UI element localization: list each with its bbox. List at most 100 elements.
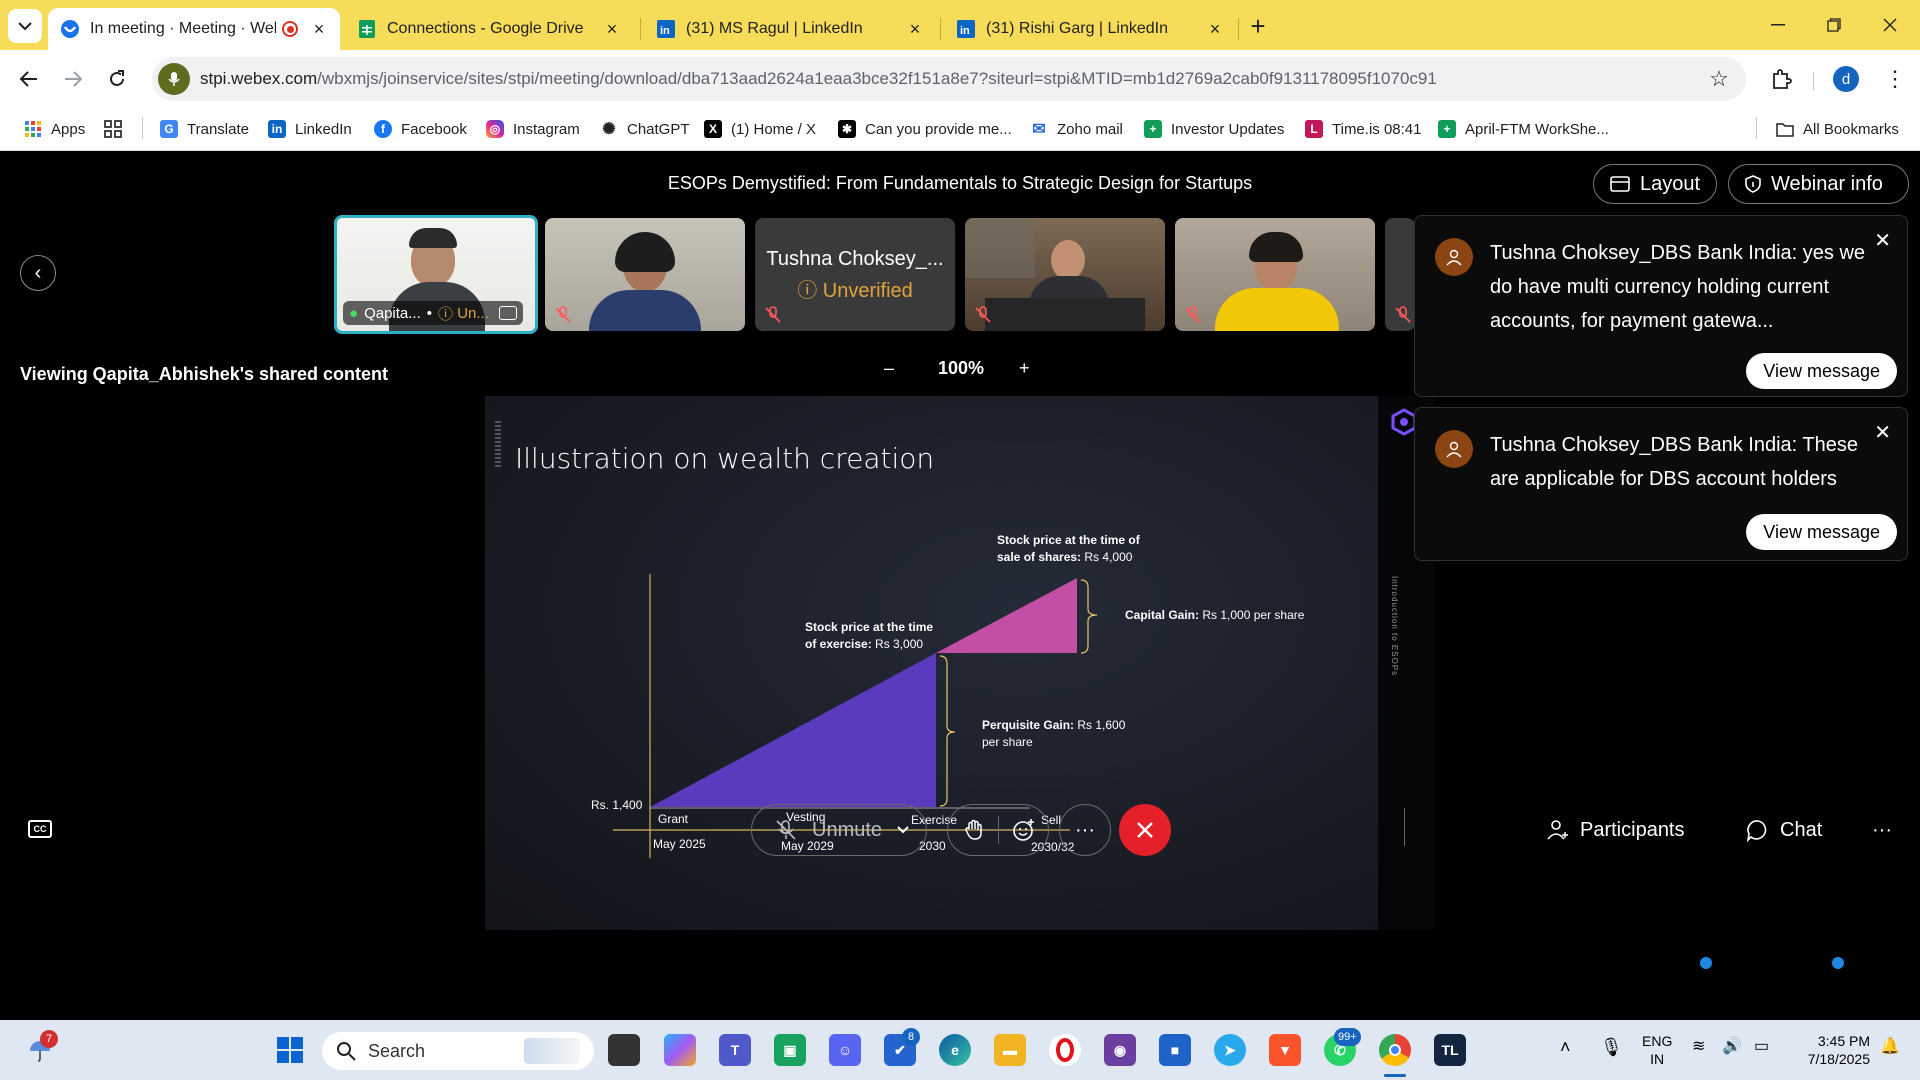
bookmark-star-icon[interactable]: ☆ (1704, 64, 1734, 94)
tab-title: (31) MS Ragul | LinkedIn (686, 20, 863, 37)
close-icon[interactable]: × (603, 19, 621, 39)
copilot-icon[interactable] (664, 1034, 696, 1066)
zoom-out-button[interactable]: – (884, 358, 894, 379)
bookmark-linkedin[interactable]: in LinkedIn (268, 117, 352, 141)
close-icon[interactable]: × (310, 19, 328, 39)
bookmark-chatgpt[interactable]: ✺ ChatGPT (600, 117, 689, 141)
forward-button[interactable] (58, 64, 88, 94)
bookmark-x-home[interactable]: X (1) Home / X (704, 117, 816, 141)
reload-button[interactable] (102, 64, 132, 94)
close-icon[interactable]: ✕ (1874, 420, 1891, 445)
more-options-button[interactable]: ··· (1059, 804, 1111, 856)
bookmark-apps[interactable]: Apps (24, 117, 85, 141)
teams-icon[interactable]: T (719, 1034, 751, 1066)
system-clock[interactable]: 3:45 PM 7/18/2025 (1790, 1032, 1870, 1068)
back-button[interactable] (14, 64, 44, 94)
browser-toolbar: stpi.webex.com/wbxmjs/joinservice/sites/… (0, 50, 1920, 108)
taskbar-search[interactable]: Search (322, 1032, 594, 1070)
emoji-reaction-icon[interactable] (1012, 818, 1036, 842)
bookmark-tab-groups[interactable] (104, 117, 131, 141)
webinar-info-button[interactable]: Webinar info (1728, 164, 1909, 204)
participant-tile[interactable] (545, 218, 745, 331)
close-icon[interactable]: × (1206, 19, 1224, 39)
mic-muted-icon (1395, 306, 1411, 323)
view-message-button[interactable]: View message (1746, 514, 1897, 550)
wifi-icon[interactable]: ≋ (1692, 1038, 1705, 1056)
microsoft-store-icon[interactable]: ■ (1159, 1034, 1191, 1066)
raise-hand-icon[interactable] (964, 819, 984, 841)
edge-icon[interactable]: e (939, 1034, 971, 1066)
more-menu-button[interactable]: ··· (1872, 812, 1892, 848)
microphone-site-icon[interactable] (158, 63, 190, 95)
profile-avatar[interactable]: d (1833, 66, 1859, 92)
tab-title: In meeting · Meeting · Webex (90, 20, 276, 37)
zoom-in-button[interactable]: + (1019, 358, 1030, 379)
close-icon[interactable]: × (906, 19, 924, 39)
bookmark-separator (142, 117, 143, 139)
tab-linkedin-rishi-garg[interactable]: in (31) Rishi Garg | LinkedIn × (944, 8, 1236, 50)
brave-icon[interactable]: ▼ (1269, 1034, 1301, 1066)
tl-app-icon[interactable]: TL (1434, 1034, 1466, 1066)
new-tab-button[interactable]: + (1244, 11, 1272, 41)
chrome-icon[interactable] (1379, 1034, 1411, 1066)
chevron-down-icon[interactable] (896, 825, 910, 835)
close-icon[interactable]: ✕ (1874, 228, 1891, 253)
chat-notification[interactable]: Tushna Choksey_DBS Bank India: These are… (1414, 407, 1908, 561)
opera-icon[interactable] (1049, 1034, 1081, 1066)
view-message-button[interactable]: View message (1746, 353, 1897, 389)
proton-icon[interactable]: ◉ (1104, 1034, 1136, 1066)
bookmark-april-ftm[interactable]: + April-FTM WorkShe... (1438, 117, 1609, 141)
show-hidden-icons-icon[interactable]: ˄ (1560, 1038, 1571, 1056)
close-icon (1137, 822, 1153, 838)
minimize-icon[interactable] (1763, 10, 1793, 40)
participants-button[interactable]: Participants (1546, 812, 1685, 848)
closed-captions-button[interactable]: CC (28, 820, 52, 838)
telegram-icon[interactable]: ➤ (1214, 1034, 1246, 1066)
previous-participants-button[interactable]: ‹ (20, 255, 56, 291)
tab-google-drive[interactable]: Connections - Google Drive × (345, 8, 633, 50)
notification-message: Tushna Choksey_DBS Bank India: These are… (1490, 434, 1858, 490)
extensions-icon[interactable] (1766, 64, 1796, 94)
bookmark-zoho-mail[interactable]: ✉ Zoho mail (1030, 117, 1123, 141)
microphone-icon[interactable]: 🎙 (1600, 1038, 1623, 1056)
all-bookmarks[interactable]: All Bookmarks (1776, 117, 1899, 141)
share-screen-icon (498, 306, 517, 320)
file-explorer-icon[interactable]: ▬ (994, 1034, 1026, 1066)
tab-webex-meeting[interactable]: In meeting · Meeting · Webex × (48, 8, 340, 50)
participant-name: Tushna Choksey_... (766, 248, 944, 270)
discord-icon[interactable]: ☺ (829, 1034, 861, 1066)
window-close-icon[interactable] (1875, 10, 1905, 40)
restore-icon[interactable] (1819, 10, 1849, 40)
chat-notification[interactable]: Tushna Choksey_DBS Bank India: yes we do… (1414, 215, 1908, 397)
language-indicator[interactable]: ENG IN (1642, 1032, 1672, 1068)
browser-menu-icon[interactable]: ⋮ (1880, 64, 1910, 94)
chat-button[interactable]: Chat (1746, 812, 1822, 848)
participant-tile-tushna[interactable]: Tushna Choksey_... ⓘ Unverified (755, 218, 955, 331)
bookmark-timeis[interactable]: L Time.is 08:41 (1305, 117, 1421, 141)
battery-icon[interactable]: ▭ (1754, 1038, 1769, 1056)
bookmark-notion[interactable]: ✱ Can you provide me... (838, 117, 1012, 141)
leave-meeting-button[interactable] (1119, 804, 1171, 856)
address-bar[interactable]: stpi.webex.com/wbxmjs/joinservice/sites/… (152, 57, 1746, 101)
bookmark-investor-updates[interactable]: + Investor Updates (1144, 117, 1284, 141)
participant-tile[interactable] (965, 218, 1165, 331)
bookmark-label: Translate (187, 120, 249, 138)
participant-tile[interactable] (1175, 218, 1375, 331)
unmute-button[interactable]: Unmute (751, 804, 927, 856)
apps-grid-icon (24, 120, 42, 138)
tab-search-button[interactable] (8, 9, 42, 43)
participant-tile-partial[interactable] (1385, 218, 1415, 331)
viewing-shared-content-label: Viewing Qapita_Abhishek's shared content (20, 364, 389, 384)
tab-title: Connections - Google Drive (387, 20, 584, 37)
bookmark-instagram[interactable]: ◎ Instagram (486, 117, 580, 141)
notification-bell-icon[interactable]: 🔔 (1880, 1038, 1900, 1056)
layout-button[interactable]: Layout (1593, 164, 1718, 204)
google-chat-icon[interactable]: ▣ (774, 1034, 806, 1066)
participant-tile-active-speaker[interactable]: ● Qapita... • ⓘ Un... (334, 215, 538, 334)
tab-linkedin-ms-ragul[interactable]: in (31) MS Ragul | LinkedIn × (644, 8, 936, 50)
windows-start-icon[interactable] (274, 1034, 306, 1066)
volume-icon[interactable]: 🔊 (1722, 1038, 1742, 1056)
bookmark-translate[interactable]: G Translate (160, 117, 249, 141)
bookmark-facebook[interactable]: f Facebook (374, 117, 467, 141)
task-view-icon[interactable] (608, 1034, 640, 1066)
